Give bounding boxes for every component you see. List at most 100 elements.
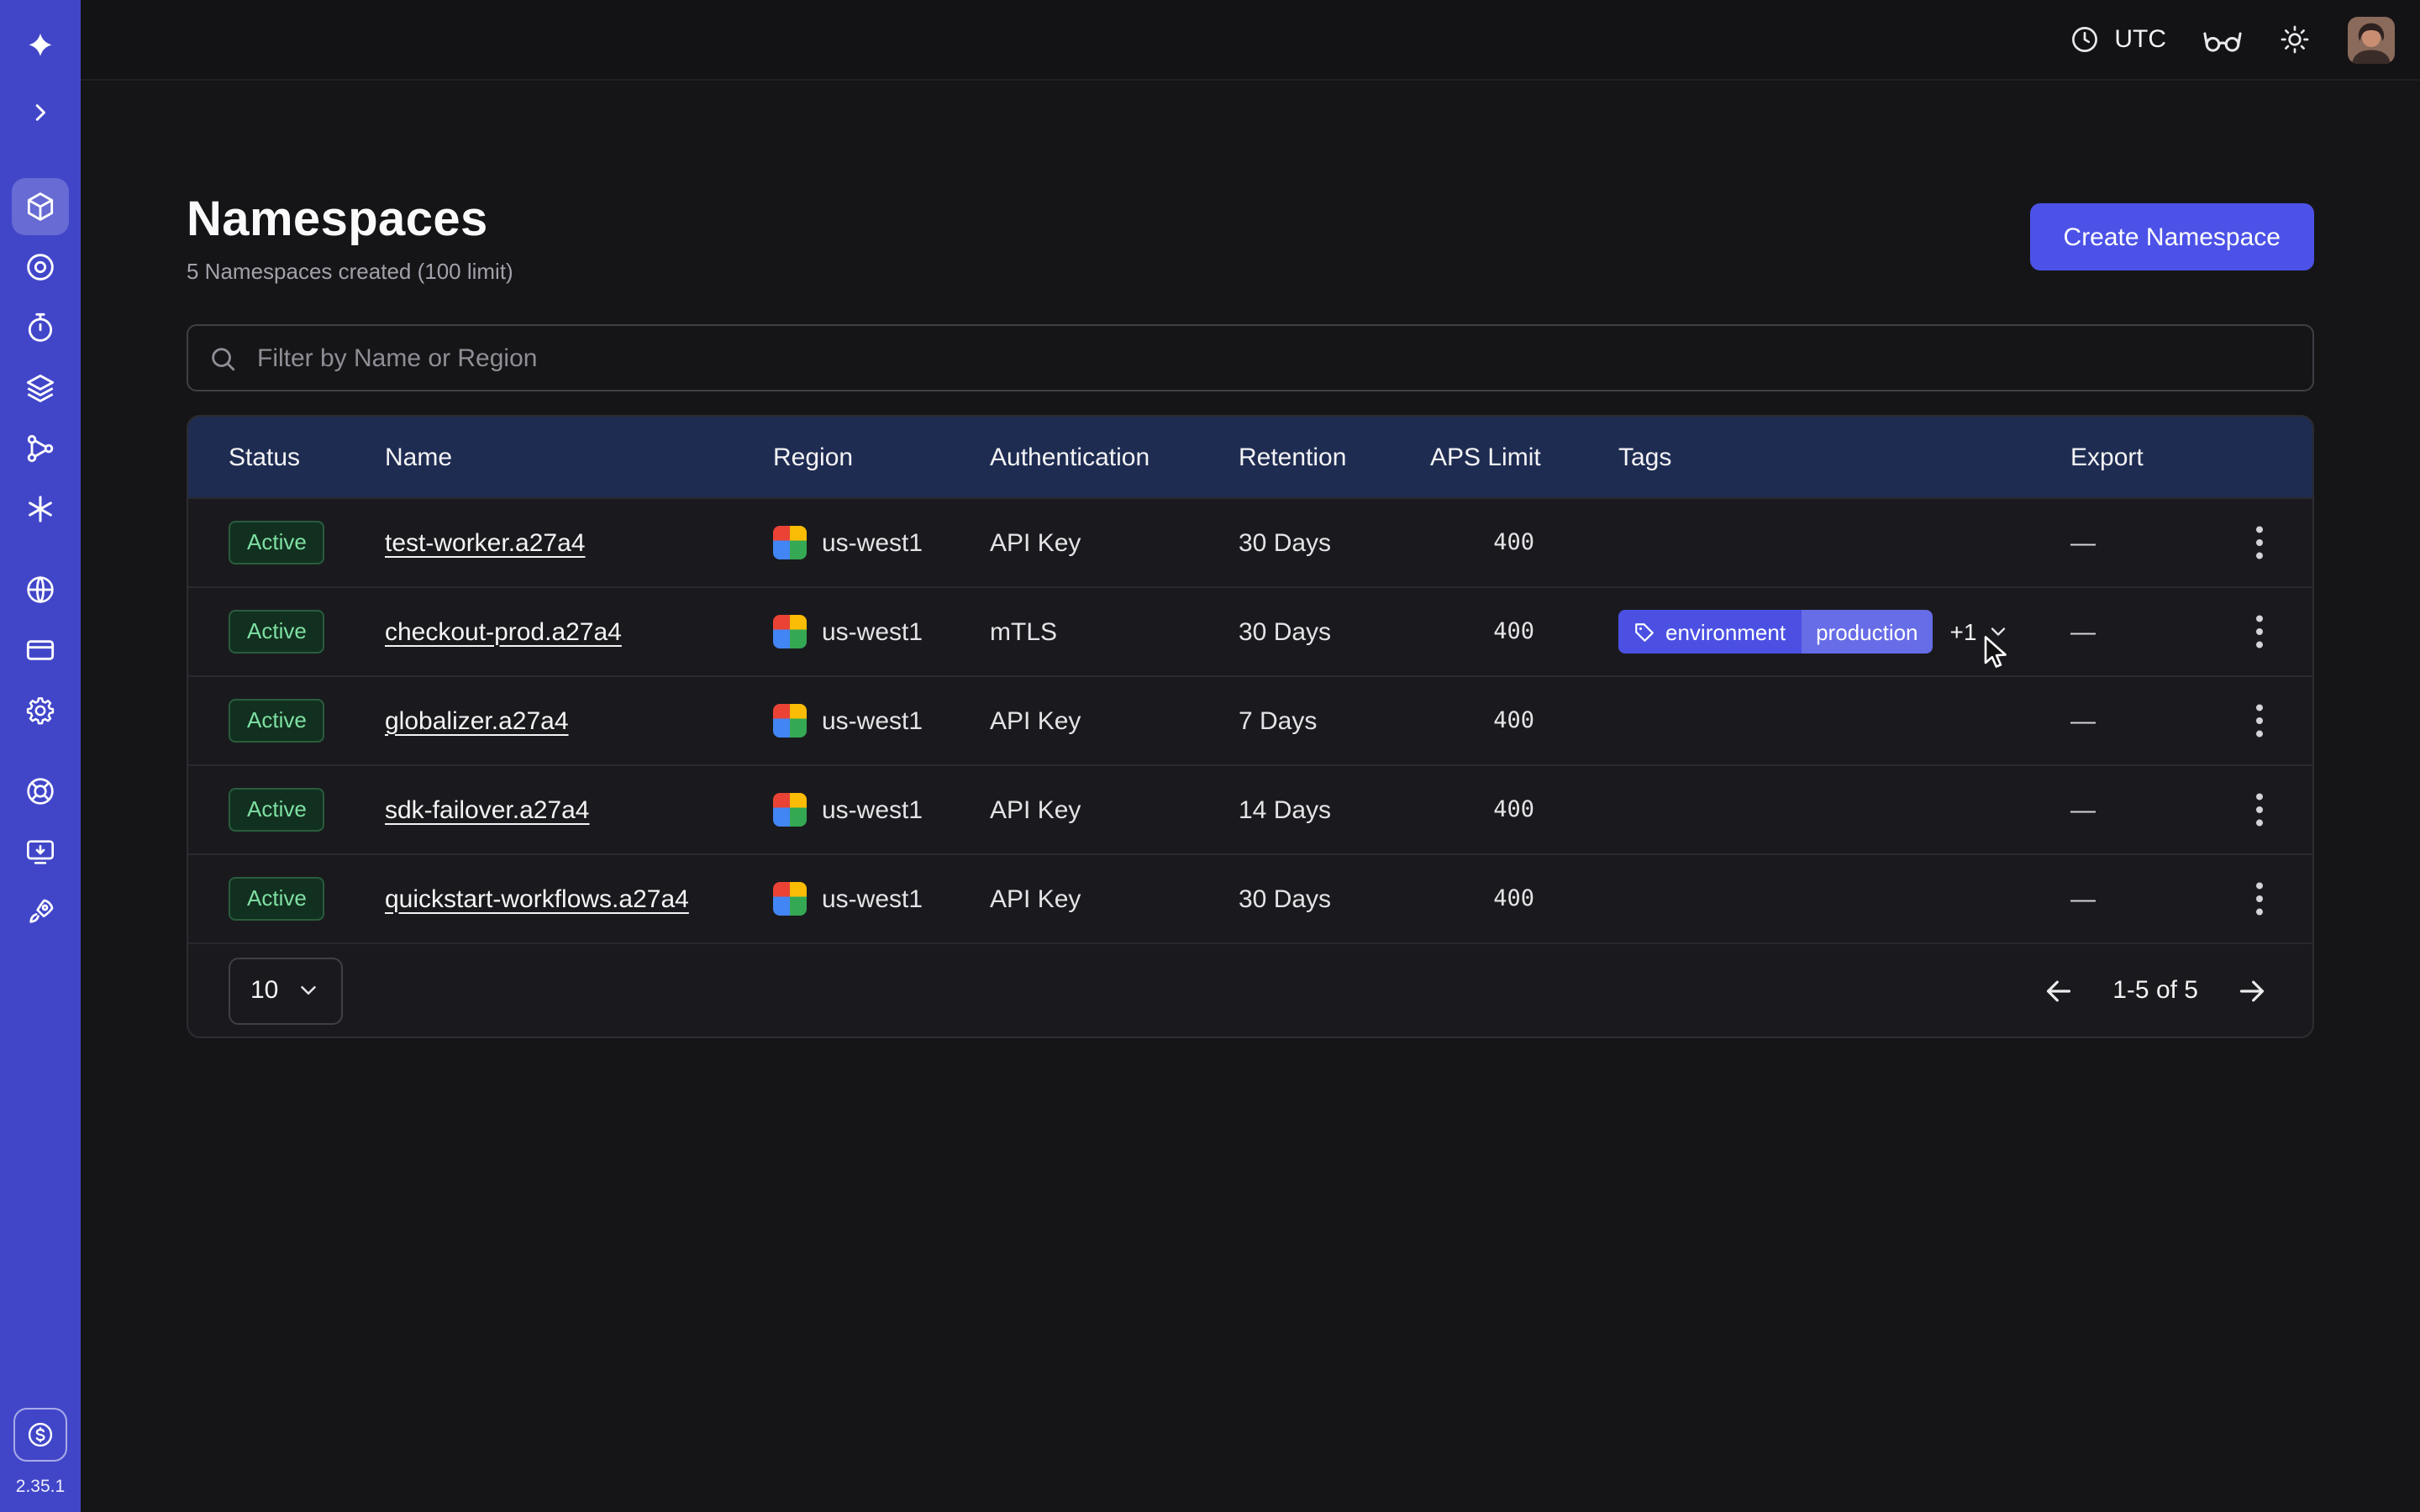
billing-card-icon bbox=[24, 633, 57, 667]
arrow-left-icon bbox=[2042, 974, 2075, 1007]
tag-icon bbox=[1634, 621, 1655, 643]
sidebar-item-tutorial[interactable] bbox=[12, 823, 69, 880]
region-label: us-west1 bbox=[822, 885, 923, 913]
sidebar-item-settings[interactable] bbox=[12, 682, 69, 739]
avatar-image bbox=[2348, 16, 2395, 63]
sidebar-nav-group-3 bbox=[12, 763, 69, 941]
auth-value: API Key bbox=[990, 706, 1239, 735]
namespace-link[interactable]: quickstart-workflows.a27a4 bbox=[385, 885, 689, 913]
kebab-icon bbox=[2254, 526, 2263, 559]
aps-value: 400 bbox=[1430, 796, 1618, 823]
row-menu-button[interactable] bbox=[2235, 608, 2282, 655]
retention-value: 30 Days bbox=[1239, 617, 1430, 646]
page-size-select[interactable]: 10 bbox=[229, 957, 342, 1024]
tag-key: environment bbox=[1665, 619, 1786, 644]
col-tags: Tags bbox=[1618, 443, 2070, 471]
row-menu-button[interactable] bbox=[2235, 875, 2282, 922]
page-subtitle: 5 Namespaces created (100 limit) bbox=[187, 259, 513, 284]
next-page-button[interactable] bbox=[2235, 974, 2269, 1007]
screen-icon bbox=[24, 835, 57, 869]
retention-value: 7 Days bbox=[1239, 706, 1430, 735]
kebab-icon bbox=[2254, 882, 2263, 916]
sidebar-item-target[interactable] bbox=[12, 239, 69, 296]
version-label: 2.35.1 bbox=[16, 1477, 65, 1497]
sidebar-item-nexus[interactable] bbox=[12, 480, 69, 538]
retention-value: 30 Days bbox=[1239, 885, 1430, 913]
status-badge: Active bbox=[229, 877, 325, 921]
sidebar-item-workflow[interactable] bbox=[12, 420, 69, 477]
create-namespace-button[interactable]: Create Namespace bbox=[2030, 203, 2314, 270]
row-menu-button[interactable] bbox=[2235, 786, 2282, 833]
sidebar-item-timer[interactable] bbox=[12, 299, 69, 356]
namespace-link[interactable]: globalizer.a27a4 bbox=[385, 706, 569, 735]
table-row: Active globalizer.a27a4 us-west1 API Key… bbox=[188, 675, 2312, 764]
sidebar-expand-button[interactable] bbox=[12, 84, 69, 141]
tag-expand-button[interactable] bbox=[1986, 620, 2010, 643]
kebab-icon bbox=[2254, 793, 2263, 827]
region-label: us-west1 bbox=[822, 795, 923, 824]
sidebar-item-layers[interactable] bbox=[12, 360, 69, 417]
export-value: — bbox=[2070, 528, 2205, 557]
export-value: — bbox=[2070, 706, 2205, 735]
col-export: Export bbox=[2070, 443, 2205, 471]
usage-dollar-icon bbox=[25, 1420, 55, 1450]
table-row: Active sdk-failover.a27a4 us-west1 API K… bbox=[188, 764, 2312, 853]
search-icon bbox=[208, 344, 237, 372]
gcp-icon bbox=[773, 615, 807, 648]
aps-value: 400 bbox=[1430, 885, 1618, 912]
asterisk-icon bbox=[24, 492, 57, 526]
status-badge: Active bbox=[229, 699, 325, 743]
kebab-icon bbox=[2254, 615, 2263, 648]
table-row: Active test-worker.a27a4 us-west1 API Ke… bbox=[188, 497, 2312, 586]
table-footer: 10 1-5 of 5 bbox=[188, 942, 2312, 1037]
arrow-right-icon bbox=[2235, 974, 2269, 1007]
sidebar-item-support[interactable] bbox=[12, 763, 69, 820]
gcp-icon bbox=[773, 882, 807, 916]
tag-chip[interactable]: environment production bbox=[1618, 610, 1933, 654]
pager: 1-5 of 5 bbox=[2042, 974, 2269, 1007]
namespaces-table: Status Name Region Authentication Retent… bbox=[187, 415, 2314, 1038]
namespace-link[interactable]: checkout-prod.a27a4 bbox=[385, 617, 622, 646]
tag-more-count: +1 bbox=[1950, 618, 1977, 645]
main-content: Namespaces 5 Namespaces created (100 lim… bbox=[81, 81, 2420, 1512]
app-root: 2.35.1 UTC Namespaces 5 Namespaces creat… bbox=[0, 0, 2420, 1512]
filter-input[interactable] bbox=[254, 342, 2292, 374]
labs-mode-button[interactable] bbox=[2203, 24, 2242, 55]
sidebar-item-namespaces[interactable] bbox=[12, 178, 69, 235]
export-value: — bbox=[2070, 885, 2205, 913]
prev-page-button[interactable] bbox=[2042, 974, 2075, 1007]
avatar[interactable] bbox=[2348, 16, 2395, 63]
row-menu-button[interactable] bbox=[2235, 697, 2282, 744]
col-aps-limit: APS Limit bbox=[1430, 443, 1618, 471]
sun-icon bbox=[2279, 24, 2311, 55]
target-icon bbox=[24, 250, 57, 284]
auth-value: mTLS bbox=[990, 617, 1239, 646]
sidebar-item-billing[interactable] bbox=[12, 622, 69, 679]
retention-value: 14 Days bbox=[1239, 795, 1430, 824]
kebab-icon bbox=[2254, 704, 2263, 738]
temporal-logo-icon[interactable] bbox=[15, 24, 66, 74]
chevron-right-icon bbox=[25, 97, 55, 128]
namespace-link[interactable]: test-worker.a27a4 bbox=[385, 528, 585, 557]
topbar: UTC bbox=[81, 0, 2420, 81]
export-value: — bbox=[2070, 795, 2205, 824]
cube-icon bbox=[24, 190, 57, 223]
aps-value: 400 bbox=[1430, 707, 1618, 734]
region-label: us-west1 bbox=[822, 706, 923, 735]
gcp-icon bbox=[773, 704, 807, 738]
usage-button[interactable] bbox=[13, 1408, 67, 1462]
status-badge: Active bbox=[229, 610, 325, 654]
namespace-link[interactable]: sdk-failover.a27a4 bbox=[385, 795, 590, 824]
sidebar-item-getting-started[interactable] bbox=[12, 884, 69, 941]
filter-bar bbox=[187, 324, 2314, 391]
page-range-label: 1-5 of 5 bbox=[2112, 976, 2198, 1005]
col-retention: Retention bbox=[1239, 443, 1430, 471]
rocket-icon bbox=[24, 895, 57, 929]
row-menu-button[interactable] bbox=[2235, 519, 2282, 566]
col-region: Region bbox=[773, 443, 990, 471]
sidebar-item-globe[interactable] bbox=[12, 561, 69, 618]
aps-value: 400 bbox=[1430, 618, 1618, 645]
table-row: Active quickstart-workflows.a27a4 us-wes… bbox=[188, 853, 2312, 942]
theme-toggle-button[interactable] bbox=[2279, 24, 2311, 55]
timezone-selector[interactable]: UTC bbox=[2069, 24, 2166, 55]
